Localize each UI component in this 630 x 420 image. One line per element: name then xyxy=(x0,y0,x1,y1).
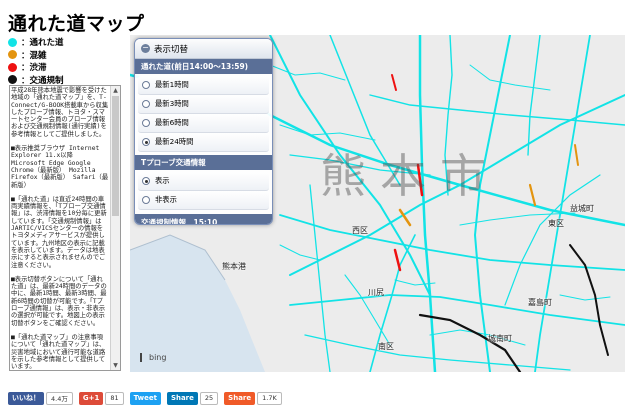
share-label: いいね！ xyxy=(12,394,40,402)
info-text-box[interactable]: 平成28年熊本地震で影響を受けた地域の「通れた道マップ」を、T-Connect/… xyxy=(9,85,121,371)
district-label: 西区 xyxy=(352,226,368,235)
share-button[interactable]: Share xyxy=(224,391,256,405)
option-label: 非表示 xyxy=(155,195,177,204)
scroll-up-icon[interactable]: ▲ xyxy=(111,86,120,95)
info-paragraph: ■「通れた道」は直近24時間の車両実績情報を、「Tプローブ交通情報」は、渋滞情報… xyxy=(11,195,107,269)
cyan-dot-icon xyxy=(8,37,17,47)
legend-label: ：渋滞 xyxy=(21,63,47,74)
option-latest-3h[interactable]: 最新3時間 xyxy=(138,95,269,114)
share-count: 25 xyxy=(199,391,219,405)
share-count: 81 xyxy=(105,391,124,405)
option-label: 最新24時間 xyxy=(155,137,194,146)
district-label: 東区 xyxy=(548,219,564,228)
district-label: 益城町 xyxy=(570,204,594,213)
share-label: G+1 xyxy=(82,394,100,402)
legend: ：通れた道 ：混雑 ：渋滞 ：交通規制 xyxy=(8,36,123,86)
info-paragraph: 平成28年熊本地震で影響を受けた地域の「通れた道マップ」を、T-Connect/… xyxy=(11,87,109,138)
google-plus-button[interactable]: G+1 xyxy=(78,391,104,405)
regulation-info-footer: 交通規制情報 15:10 xyxy=(135,214,272,224)
option-latest-6h[interactable]: 最新6時間 xyxy=(138,114,269,133)
display-toggle-panel: − 表示切替 通れた道(前日14:00～13:59) 最新1時間 最新3時間 最… xyxy=(134,38,273,225)
option-latest-24h[interactable]: 最新24時間 xyxy=(138,133,269,152)
legend-item-passable: ：通れた道 xyxy=(8,36,123,49)
option-label: 最新3時間 xyxy=(155,99,189,108)
option-label: 最新1時間 xyxy=(155,80,189,89)
share-label: Share xyxy=(170,394,194,402)
share-label: Share xyxy=(228,394,252,402)
radio-icon[interactable] xyxy=(142,119,150,127)
info-paragraph: ■表示推奨ブラウザ Internet Explorer 11.x以降 Micro… xyxy=(11,145,109,189)
info-paragraph: ■表示切替ボタンについて「通れた道」は、最新24時間のデータの中に、最新1時間、… xyxy=(11,275,107,327)
tweet-button[interactable]: Tweet xyxy=(129,391,161,405)
district-label: 川尻 xyxy=(368,288,384,297)
collapse-icon[interactable]: − xyxy=(141,44,150,53)
bing-text: bing xyxy=(149,353,167,362)
district-label: 嘉島町 xyxy=(528,298,552,307)
radio-icon[interactable] xyxy=(142,81,150,89)
legend-label: ：交通規制 xyxy=(21,75,64,86)
district-label: 城南町 xyxy=(488,334,512,343)
info-scrollbar[interactable]: ▲ ▼ xyxy=(110,86,120,370)
share-count: 1.7K xyxy=(257,391,282,405)
radio-icon[interactable] xyxy=(142,100,150,108)
radio-checked-icon[interactable] xyxy=(142,177,150,185)
legend-item-congestion: ：混雑 xyxy=(8,49,123,62)
option-label: 最新6時間 xyxy=(155,118,189,127)
linkedin-share-button[interactable]: Share xyxy=(166,391,198,405)
share-label: Tweet xyxy=(133,394,157,402)
legend-label: ：通れた道 xyxy=(21,38,64,49)
page-title: 通れた道マップ xyxy=(8,13,145,35)
district-label: 南区 xyxy=(378,342,394,351)
bing-icon xyxy=(140,353,147,362)
option-latest-1h[interactable]: 最新1時間 xyxy=(138,76,269,95)
map-view[interactable]: 熊本市 西区 東区 南区 熊本港 川尻 益城町 嘉島町 城南町 − 表示切替 通… xyxy=(130,35,625,372)
city-label-kumamoto: 熊本市 xyxy=(320,149,500,203)
black-dot-icon xyxy=(8,75,17,85)
section-passable-roads: 通れた道(前日14:00～13:59) xyxy=(135,59,272,74)
panel-title: 表示切替 xyxy=(154,44,189,55)
radio-icon[interactable] xyxy=(142,196,150,204)
red-dot-icon xyxy=(8,62,17,72)
scroll-down-icon[interactable]: ▼ xyxy=(111,361,120,370)
legend-label: ：混雑 xyxy=(21,50,47,61)
option-show[interactable]: 表示 xyxy=(138,172,269,191)
info-text: 平成28年熊本地震で影響を受けた地域の「通れた道マップ」を、T-Connect/… xyxy=(11,87,109,371)
scroll-thumb[interactable] xyxy=(112,96,119,216)
info-paragraph: ■「通れた道マップ」の注意事項について「通れた道マップ」は、災害地域において通行… xyxy=(11,333,106,371)
share-bar: いいね！ 4.4万 G+1 81 Tweet Share 25 Share 1.… xyxy=(8,391,288,405)
district-label: 熊本港 xyxy=(222,262,246,271)
bing-logo: bing xyxy=(140,353,166,362)
panel-header[interactable]: − 表示切替 xyxy=(135,39,272,59)
legend-item-traffic-jam: ：渋滞 xyxy=(8,61,123,74)
radio-checked-icon[interactable] xyxy=(142,138,150,146)
orange-dot-icon xyxy=(8,50,17,60)
option-hide[interactable]: 非表示 xyxy=(138,191,269,210)
share-count: 4.4万 xyxy=(46,391,73,405)
facebook-like-button[interactable]: いいね！ xyxy=(8,391,44,405)
option-label: 表示 xyxy=(155,176,170,185)
section-tprobe: Tプローブ交通情報 xyxy=(135,155,272,170)
